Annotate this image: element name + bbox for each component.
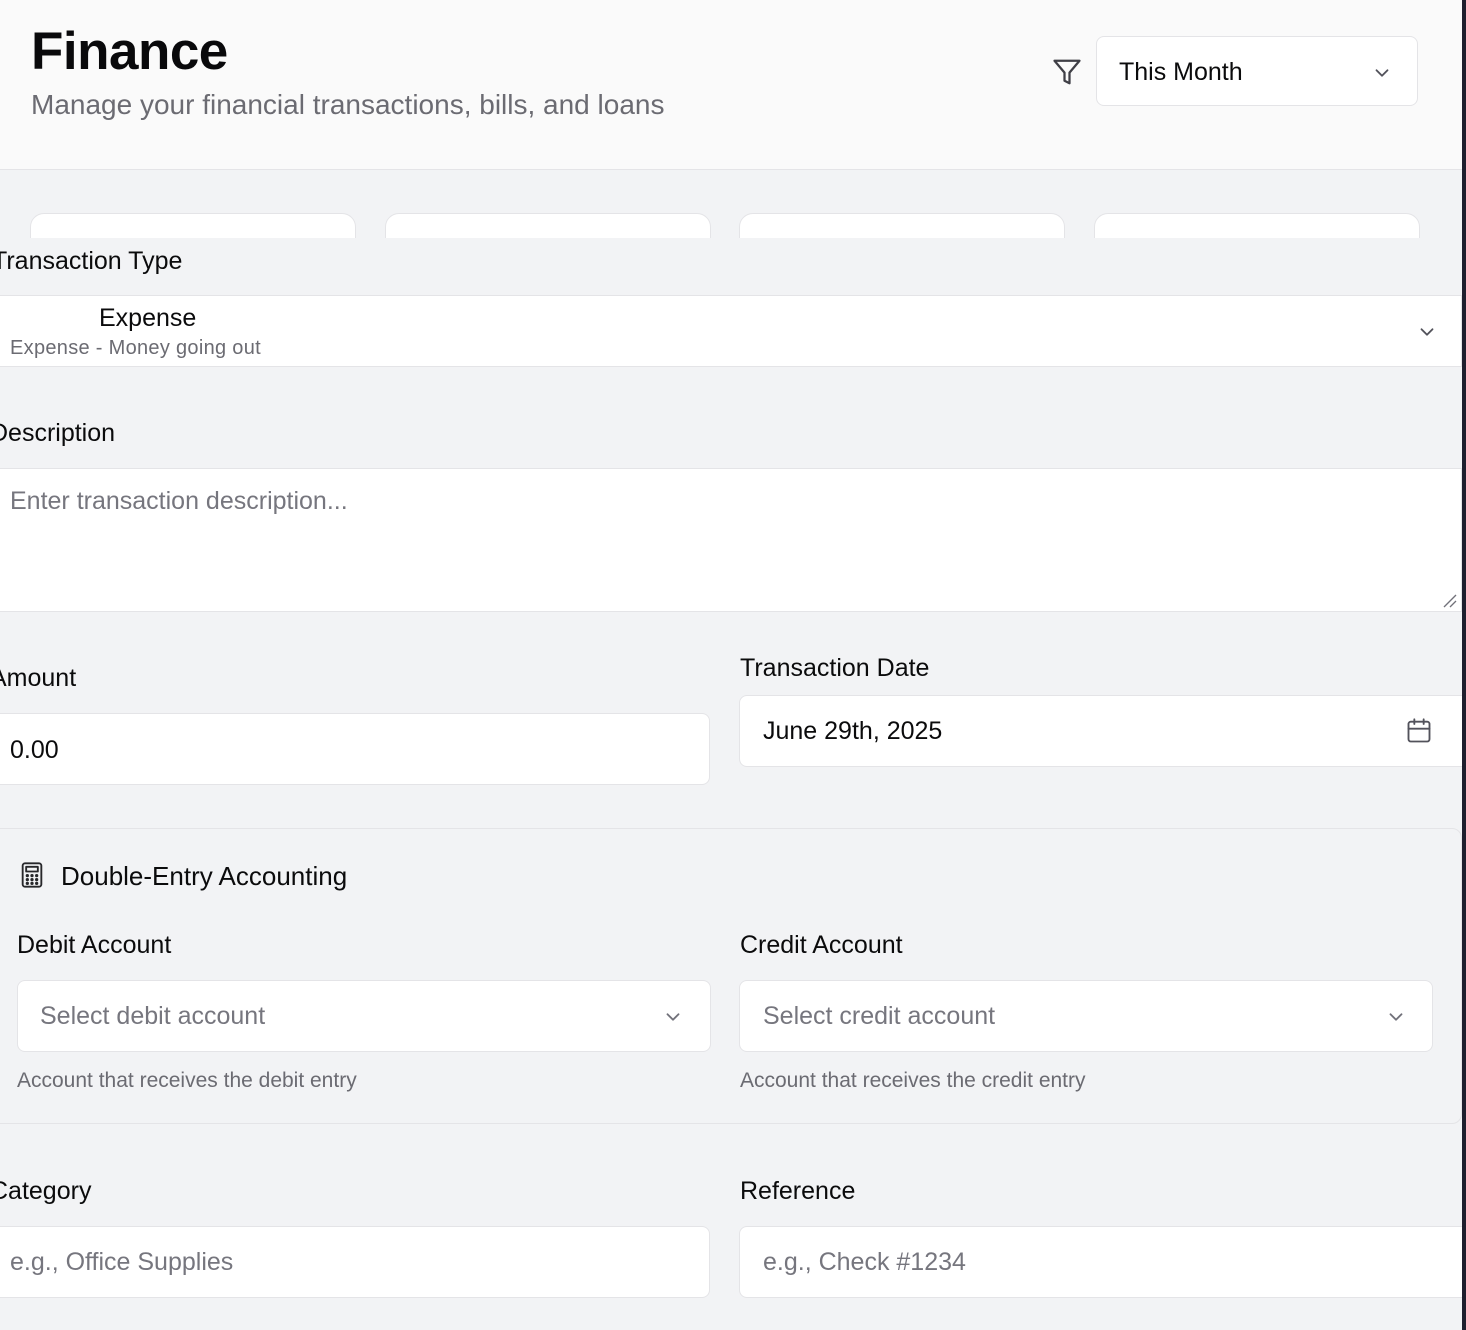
period-select[interactable]: This Month	[1096, 36, 1418, 106]
amount-label: Amount	[0, 664, 77, 692]
debit-account-placeholder: Select debit account	[40, 1002, 266, 1030]
reference-input[interactable]: e.g., Check #1234	[739, 1226, 1466, 1298]
chevron-down-icon	[1389, 1013, 1403, 1021]
transaction-date-picker[interactable]: June 29th, 2025	[739, 695, 1466, 767]
period-select-value: This Month	[1119, 58, 1243, 86]
debit-account-label: Debit Account	[17, 931, 172, 959]
chevron-down-icon	[666, 1013, 680, 1021]
credit-account-placeholder: Select credit account	[763, 1002, 996, 1030]
window-edge	[1462, 0, 1466, 1330]
transaction-type-value: Expense	[99, 304, 197, 332]
debit-account-select[interactable]: Select debit account	[17, 980, 711, 1052]
category-input[interactable]: e.g., Office Supplies	[0, 1226, 710, 1298]
calendar-icon	[1407, 718, 1431, 743]
stat-card	[739, 213, 1065, 238]
transaction-date-value: June 29th, 2025	[763, 717, 943, 745]
debit-account-help: Account that receives the debit entry	[17, 1069, 357, 1092]
transaction-date-label: Transaction Date	[740, 654, 930, 682]
transaction-type-description: Expense - Money going out	[10, 337, 261, 359]
credit-account-label: Credit Account	[740, 931, 903, 959]
calculator-icon	[21, 862, 43, 888]
page-title: Finance	[31, 22, 228, 81]
chevron-down-icon	[1420, 328, 1434, 336]
description-textarea[interactable]: Enter transaction description...	[0, 468, 1462, 612]
reference-label: Reference	[740, 1177, 856, 1205]
chevron-down-icon	[1375, 69, 1389, 77]
stat-cards-row	[0, 170, 1462, 238]
credit-account-select[interactable]: Select credit account	[739, 980, 1433, 1052]
stat-card	[1094, 213, 1420, 238]
stat-card	[30, 213, 356, 238]
description-placeholder: Enter transaction description...	[10, 487, 348, 515]
credit-account-help: Account that receives the credit entry	[740, 1069, 1086, 1092]
amount-input[interactable]: 0.00	[0, 713, 710, 785]
reference-placeholder: e.g., Check #1234	[763, 1248, 966, 1276]
transaction-type-label: Transaction Type	[0, 247, 183, 275]
stat-card	[385, 213, 711, 238]
double-entry-title: Double-Entry Accounting	[61, 861, 348, 891]
page-subtitle: Manage your financial transactions, bill…	[31, 89, 665, 120]
resize-grip-icon[interactable]	[1441, 592, 1457, 608]
page-header: Finance Manage your financial transactio…	[0, 0, 1462, 170]
transaction-type-select[interactable]: Expense Expense - Money going out	[0, 295, 1462, 367]
category-label: Category	[0, 1177, 92, 1205]
category-placeholder: e.g., Office Supplies	[10, 1248, 234, 1276]
amount-value: 0.00	[10, 736, 59, 764]
filter-icon[interactable]	[1052, 57, 1082, 87]
description-label: Description	[0, 419, 116, 447]
